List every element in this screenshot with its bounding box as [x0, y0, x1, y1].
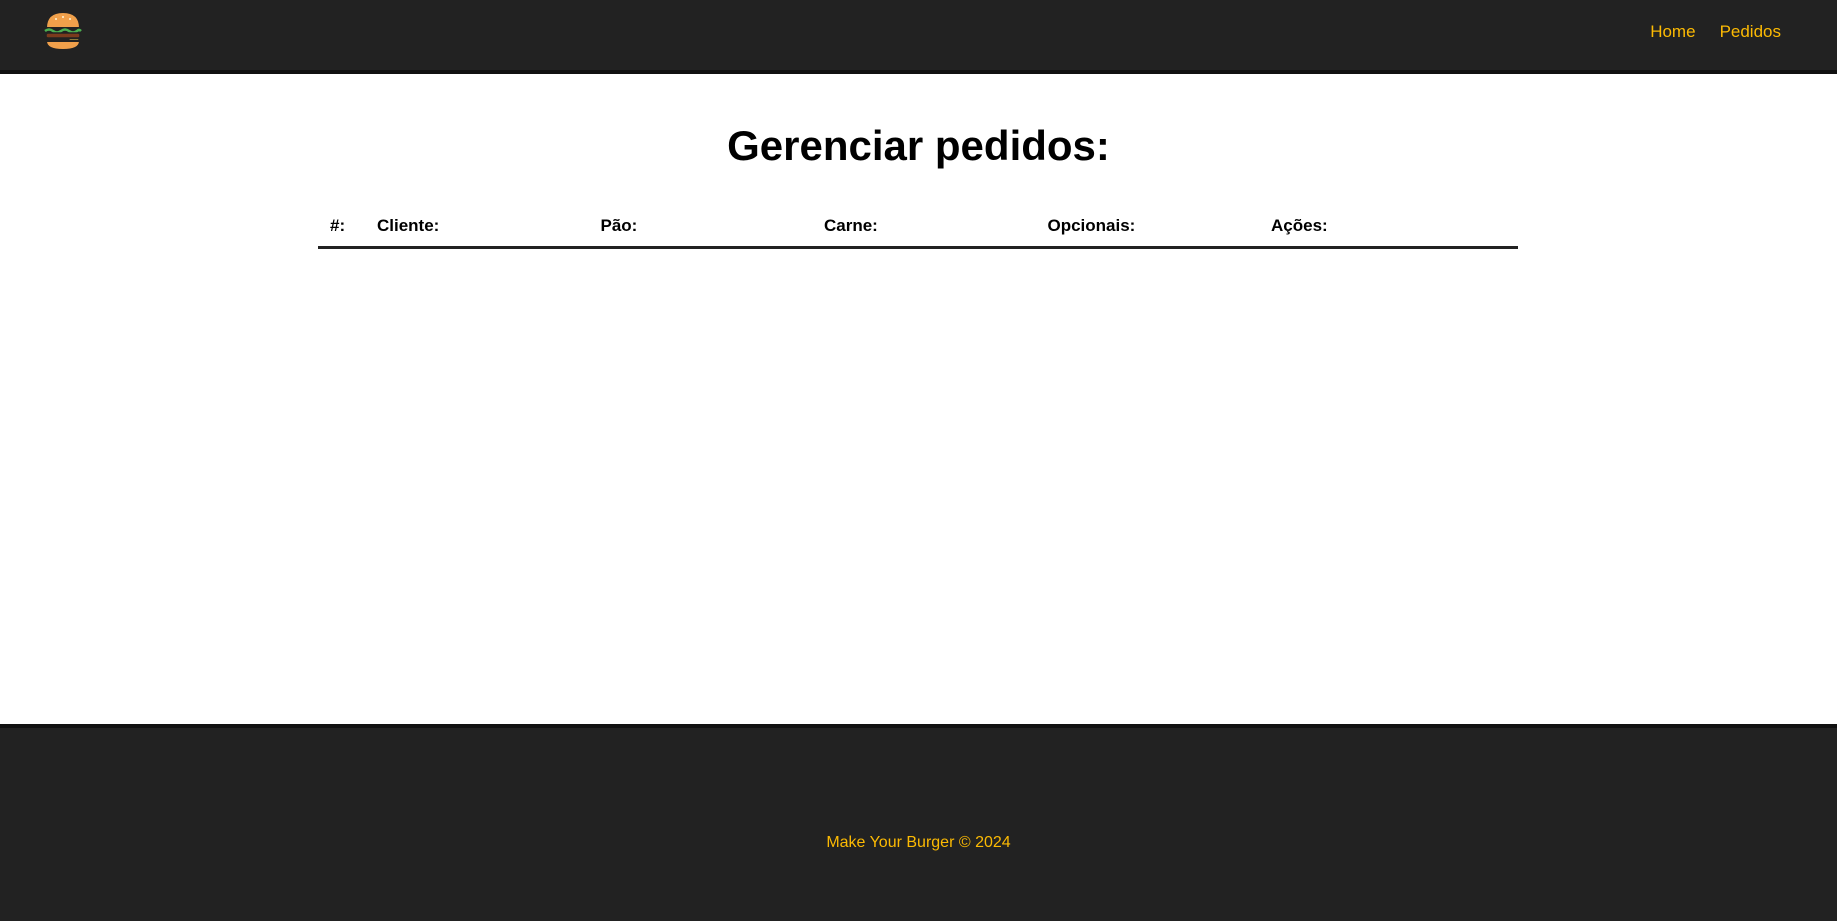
navbar: Home Pedidos [0, 0, 1837, 74]
column-header-cliente: Cliente: [377, 216, 440, 235]
column-header-id: #: [330, 216, 346, 235]
orders-table: #: Cliente: Pão: Carne: Opcionais: Ações… [318, 206, 1518, 249]
burger-icon[interactable] [43, 10, 83, 52]
column-header-carne: Carne: [824, 216, 878, 235]
nav-link-pedidos[interactable]: Pedidos [1720, 22, 1781, 42]
footer-copyright: Make Your Burger © 2024 [826, 834, 1011, 851]
nav-link-home[interactable]: Home [1650, 22, 1695, 42]
nav-links: Home Pedidos [1650, 22, 1781, 42]
column-header-pao: Pão: [600, 216, 638, 235]
footer: Make Your Burger © 2024 [0, 724, 1837, 921]
column-header-acoes: Ações: [1271, 216, 1328, 235]
column-header-opcionais: Opcionais: [1047, 216, 1136, 235]
table-header: #: Cliente: Pão: Carne: Opcionais: Ações… [318, 206, 1518, 249]
main-content: Gerenciar pedidos: #: Cliente: Pão: Carn… [0, 74, 1837, 724]
page-title: Gerenciar pedidos: [727, 122, 1110, 169]
